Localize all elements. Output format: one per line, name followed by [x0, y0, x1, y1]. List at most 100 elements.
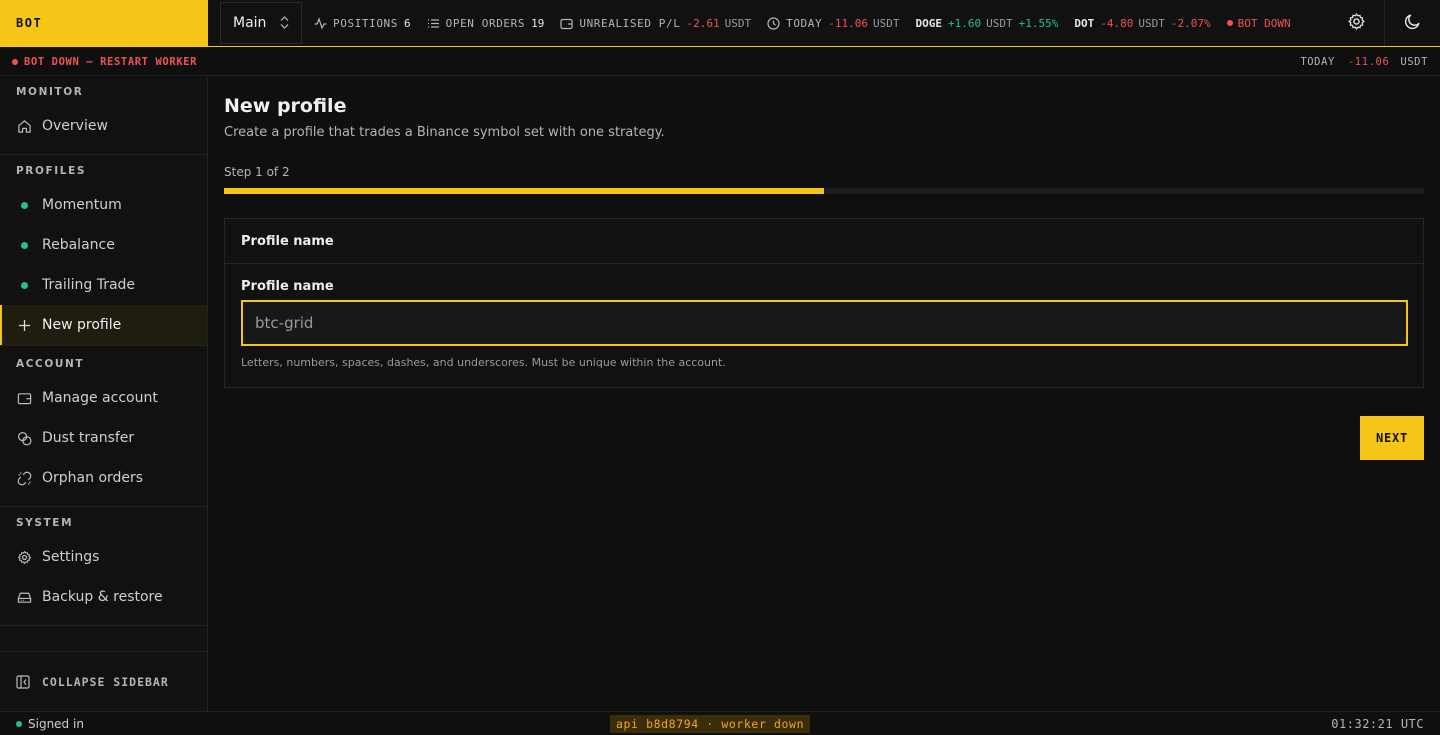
main-content: New profile Create a profile that trades… — [224, 77, 1424, 460]
page-title: New profile — [224, 95, 347, 117]
account-select-value: Main — [233, 15, 267, 31]
stat-today[interactable]: TODAY -11.06 USDT — [767, 17, 899, 30]
sidebar-item-label: New profile — [42, 317, 122, 333]
alert-today: TODAY -11.06 USDT — [1300, 56, 1428, 68]
sidebar-item-label: Backup & restore — [42, 589, 163, 605]
stat-dot-symbol: DOT — [1074, 16, 1095, 30]
list-icon — [427, 17, 440, 30]
profile-name-card: Profile name Profile name Letters, numbe… — [224, 218, 1424, 388]
home-icon — [16, 118, 32, 134]
alert-message[interactable]: BOT DOWN — RESTART WORKER — [12, 56, 197, 68]
sidebar-item-new-profile[interactable]: New profile — [0, 305, 207, 345]
stat-unrealised[interactable]: UNREALISED P/L -2.61 USDT — [560, 17, 751, 30]
section-profiles-title: PROFILES — [16, 165, 87, 177]
settings-button[interactable] — [1328, 0, 1384, 46]
form-actions: NEXT — [224, 416, 1424, 460]
card-title: Profile name — [225, 219, 1423, 264]
sidebar-item-backup-restore[interactable]: Backup & restore — [0, 577, 207, 617]
stat-doge-unit: USDT — [986, 16, 1013, 30]
divider — [0, 506, 207, 507]
stat-dot[interactable]: DOT -4.80 USDT -2.07% — [1074, 17, 1210, 30]
stat-today-unit: USDT — [872, 16, 900, 30]
sidebar-item-dust-transfer[interactable]: Dust transfer — [0, 418, 207, 458]
stats-strip: POSITIONS 6 OPEN ORDERS 19 UNREALISED P/… — [314, 17, 1307, 30]
stat-doge[interactable]: DOGE +1.60 USDT +1.55% — [915, 17, 1058, 30]
stat-open-orders[interactable]: OPEN ORDERS 19 — [427, 16, 545, 30]
section-account-title: ACCOUNT — [16, 358, 85, 370]
section-system-title: SYSTEM — [16, 517, 74, 529]
clock-time: 01:32:21 UTC — [1331, 716, 1424, 731]
worker-status-pill[interactable]: api b8d8794 · worker down — [610, 715, 811, 733]
alert-today-value: -11.06 — [1347, 55, 1390, 68]
field-label: Profile name — [241, 279, 334, 294]
bot-status-badge: BOT DOWN — [1226, 16, 1291, 30]
status-bar: Signed in api b8d8794 · worker down 01:3… — [0, 711, 1440, 735]
stat-doge-value: +1.60 — [947, 16, 982, 30]
stat-positions-label: POSITIONS — [333, 16, 399, 30]
hard-drive-icon — [16, 589, 32, 605]
sidebar-item-settings[interactable]: Settings — [0, 537, 207, 577]
status-dot-icon — [16, 720, 22, 727]
activity-icon — [314, 16, 327, 30]
stat-unrealised-label: UNREALISED P/L — [579, 16, 681, 30]
signed-in-label: Signed in — [28, 716, 84, 731]
stat-open-orders-label: OPEN ORDERS — [445, 16, 526, 30]
brand-logo[interactable]: BOT — [0, 0, 208, 46]
alert-strip: BOT DOWN — RESTART WORKER TODAY -11.06 U… — [0, 48, 1440, 76]
status-dot-icon — [16, 237, 32, 253]
sidebar: MONITOR Overview PROFILES Momentum Rebal… — [0, 77, 208, 711]
top-actions — [1328, 0, 1440, 46]
chevron-updown-icon — [280, 15, 289, 31]
sidebar-item-rebalance[interactable]: Rebalance — [0, 225, 207, 265]
stat-unrealised-value: -2.61 — [686, 16, 720, 30]
wallet-icon — [560, 17, 573, 30]
next-button[interactable]: NEXT — [1360, 416, 1424, 460]
stat-doge-symbol: DOGE — [915, 16, 942, 30]
divider — [0, 154, 207, 155]
status-dot-icon — [1226, 20, 1233, 26]
gear-icon — [16, 549, 32, 565]
alert-message-text: BOT DOWN — RESTART WORKER — [24, 55, 198, 68]
stat-dot-value: -4.80 — [1100, 16, 1134, 30]
sidebar-collapse-icon — [16, 674, 32, 689]
sidebar-item-label: Trailing Trade — [42, 277, 136, 293]
sidebar-item-trailing-trade[interactable]: Trailing Trade — [0, 265, 207, 305]
stat-today-label: TODAY — [786, 16, 823, 30]
alert-today-unit: USDT — [1400, 55, 1428, 68]
section-monitor-title: MONITOR — [16, 86, 84, 98]
alert-today-label: TODAY — [1300, 55, 1335, 68]
stat-today-value: -11.06 — [828, 16, 868, 30]
stat-open-orders-value: 19 — [531, 16, 545, 30]
profile-name-input[interactable] — [241, 300, 1408, 346]
sidebar-item-overview[interactable]: Overview — [0, 106, 207, 146]
wallet-icon — [16, 390, 32, 406]
alert-dot-icon — [12, 58, 18, 65]
sidebar-item-manage-account[interactable]: Manage account — [0, 378, 207, 418]
plus-icon — [16, 317, 32, 333]
account-select[interactable]: Main — [220, 2, 302, 44]
sidebar-item-label: Orphan orders — [42, 470, 144, 486]
divider — [0, 345, 207, 346]
step-progress-fill — [224, 188, 824, 194]
status-dot-icon — [16, 197, 32, 213]
broken-link-icon — [16, 470, 32, 486]
stat-dot-unit: USDT — [1138, 16, 1165, 30]
gear-icon — [1347, 12, 1366, 35]
step-label: Step 1 of 2 — [224, 165, 290, 179]
moon-icon — [1403, 12, 1422, 35]
sidebar-item-orphan-orders[interactable]: Orphan orders — [0, 458, 207, 498]
clock-icon — [767, 16, 780, 30]
bot-status-label: BOT DOWN — [1237, 16, 1291, 30]
stat-positions-value: 6 — [404, 16, 411, 30]
signed-in-status: Signed in — [16, 717, 84, 731]
theme-toggle-button[interactable] — [1384, 0, 1440, 46]
stat-positions[interactable]: POSITIONS 6 — [314, 17, 411, 30]
card-body: Profile name Letters, numbers, spaces, d… — [225, 264, 1423, 387]
sidebar-item-momentum[interactable]: Momentum — [0, 185, 207, 225]
page-subtitle: Create a profile that trades a Binance s… — [224, 125, 665, 140]
sidebar-item-label: Settings — [42, 549, 100, 565]
step-progress-bar — [224, 188, 1424, 194]
collapse-sidebar-button[interactable]: COLLAPSE SIDEBAR — [0, 651, 207, 711]
sidebar-item-label: Rebalance — [42, 237, 115, 253]
coins-icon — [16, 430, 32, 446]
